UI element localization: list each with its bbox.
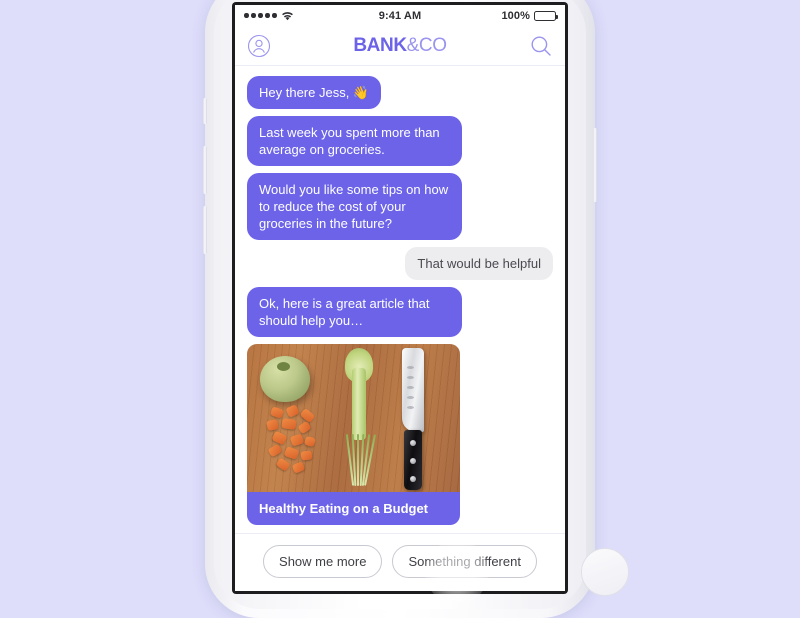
volume-up-button[interactable] <box>203 146 207 194</box>
phone-device: 9:41 AM 100% BANK&CO Hey there Jess, 👋 L… <box>203 0 629 618</box>
mute-switch-button[interactable] <box>203 98 207 124</box>
battery-icon <box>534 10 559 21</box>
kohlrabi-vegetable <box>260 356 310 402</box>
search-icon[interactable] <box>529 34 553 58</box>
power-button[interactable] <box>593 128 597 202</box>
message-row: Last week you spent more than average on… <box>247 116 553 166</box>
wifi-icon <box>281 11 294 21</box>
status-bar-left <box>244 11 379 21</box>
message-row: Ok, here is a great article that should … <box>247 287 553 337</box>
article-photo <box>247 344 460 492</box>
brand-logo: BANK&CO <box>271 35 529 57</box>
spring-onion-vegetable <box>339 348 379 488</box>
person-avatar-icon[interactable] <box>247 34 271 58</box>
article-card[interactable]: Healthy Eating on a Budget <box>247 344 460 525</box>
app-header: BANK&CO <box>235 26 565 66</box>
message-row: Would you like some tips on how to reduc… <box>247 173 553 240</box>
article-title: Healthy Eating on a Budget <box>247 492 460 525</box>
home-button[interactable] <box>581 548 629 596</box>
quick-reply-show-me-more[interactable]: Show me more <box>263 545 383 578</box>
diced-carrots <box>266 404 329 478</box>
screen-bezel: 9:41 AM 100% BANK&CO Hey there Jess, 👋 L… <box>232 2 568 594</box>
battery-percent-label: 100% <box>501 9 531 22</box>
quick-reply-bar: Show me more Something different <box>235 533 565 591</box>
message-row: Healthy Eating on a Budget <box>247 344 553 525</box>
status-bar-time: 9:41 AM <box>378 9 422 22</box>
status-bar: 9:41 AM 100% <box>235 5 565 26</box>
message-bubble-bot: Would you like some tips on how to reduc… <box>247 173 462 240</box>
conversation-list[interactable]: Hey there Jess, 👋 Last week you spent mo… <box>235 66 565 533</box>
phone-screen: 9:41 AM 100% BANK&CO Hey there Jess, 👋 L… <box>235 5 565 591</box>
message-bubble-bot: Last week you spent more than average on… <box>247 116 462 166</box>
message-row: Hey there Jess, 👋 <box>247 76 553 109</box>
signal-strength-icon <box>244 13 277 18</box>
message-row: That would be helpful <box>247 247 553 280</box>
santoku-knife <box>397 348 431 490</box>
brand-name-primary: BANK <box>353 34 407 56</box>
message-bubble-bot: Hey there Jess, 👋 <box>247 76 382 109</box>
brand-name-secondary: &CO <box>406 34 447 56</box>
message-bubble-user: That would be helpful <box>405 247 553 280</box>
quick-reply-something-different[interactable]: Something different <box>392 545 537 578</box>
status-bar-right: 100% <box>421 9 559 22</box>
message-bubble-bot: Ok, here is a great article that should … <box>247 287 462 337</box>
volume-down-button[interactable] <box>203 206 207 254</box>
